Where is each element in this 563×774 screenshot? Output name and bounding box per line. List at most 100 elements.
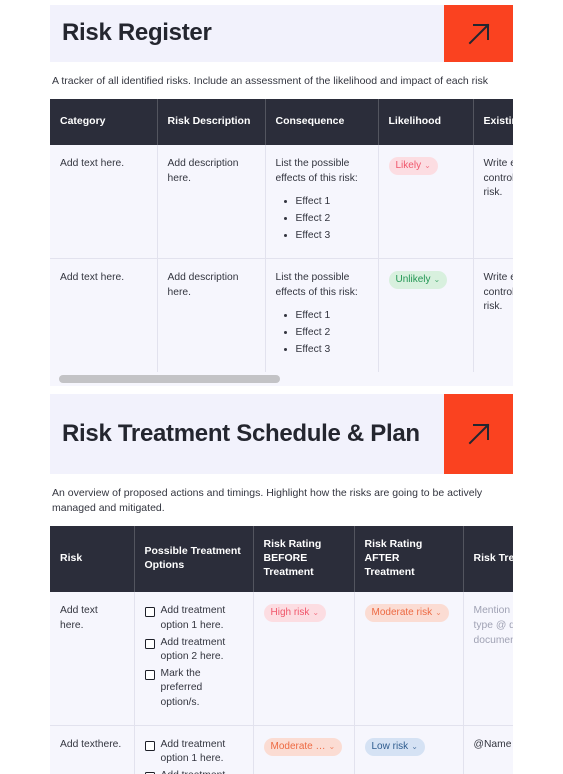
table-row: Add text here. Add description here. Lis…	[50, 145, 513, 260]
risk-treatment-table: Risk Possible Treatment Options Risk Rat…	[50, 526, 513, 774]
table-row: Add texthere. Add treatment option 1 her…	[50, 725, 513, 774]
likelihood-dropdown-pill[interactable]: Unlikely ⌄	[388, 271, 448, 290]
likelihood-label: Likely	[395, 160, 422, 172]
column-header-likelihood[interactable]: Likelihood	[378, 99, 474, 146]
cell-owner[interactable]: Mention fellow users. Just type @ direct…	[463, 592, 514, 726]
checkbox[interactable]	[144, 638, 155, 649]
cell-existing-controls[interactable]: Write existing policy or controls to mod…	[473, 145, 513, 260]
checkbox[interactable]	[144, 607, 155, 618]
rating-after-dropdown-pill[interactable]: Moderate risk ⌄	[364, 604, 449, 623]
consequence-effects-list: Effect 1 Effect 2 Effect 3	[276, 195, 368, 244]
rating-after-label: Moderate risk	[371, 607, 433, 619]
risk-register-description: A tracker of all identified risks. Inclu…	[52, 75, 488, 87]
rating-after-dropdown-pill[interactable]: Low risk ⌄	[364, 737, 425, 756]
column-header-category[interactable]: Category	[50, 99, 158, 146]
chevron-down-icon: ⌄	[312, 608, 320, 618]
list-item: Effect 3	[296, 229, 368, 244]
risk-register-title: Risk Register	[62, 19, 212, 47]
cell-existing-controls[interactable]: Write existing policy or controls to mod…	[473, 258, 513, 373]
table-row: Add text here. Add description here. Lis…	[50, 258, 513, 373]
consequence-intro: List the possible effects of this risk:	[275, 272, 358, 298]
cell-risk-description[interactable]: Add description here.	[157, 258, 266, 373]
chevron-down-icon: ⌄	[424, 161, 431, 171]
horizontal-scrollbar-thumb[interactable]	[59, 375, 280, 384]
arrow-up-right-icon	[462, 417, 496, 451]
likelihood-dropdown-pill[interactable]: Likely ⌄	[388, 157, 438, 176]
column-header-risk[interactable]: Risk	[50, 526, 135, 593]
cell-category[interactable]: Add text here.	[50, 145, 158, 260]
cell-owner[interactable]: @Name	[463, 725, 513, 774]
risk-register-banner: Risk Register	[50, 5, 513, 62]
section-risk-register: Risk Register A tracker of all identifie…	[50, 5, 513, 387]
column-header-possible-treatment-options[interactable]: Possible Treatment Options	[134, 526, 254, 593]
cell-rating-before: Moderate … ⌄	[253, 725, 355, 774]
risk-treatment-description: An overview of proposed actions and timi…	[52, 487, 483, 515]
checkbox[interactable]	[144, 669, 155, 680]
list-item: Effect 1	[296, 195, 368, 210]
owner-mention: @Name	[473, 738, 512, 750]
document-page: Risk Register A tracker of all identifie…	[0, 0, 563, 774]
risk-treatment-banner: Risk Treatment Schedule & Plan	[50, 394, 513, 474]
cell-rating-after: Low risk ⌄	[354, 725, 464, 774]
chevron-down-icon: ⌄	[433, 275, 441, 285]
treatment-options-checklist: Add treatment option 1 here. Add treatme…	[144, 738, 243, 774]
checkbox-label: Add treatment option 2 here.	[161, 769, 243, 774]
list-item: Effect 1	[296, 309, 368, 324]
column-header-consequence[interactable]: Consequence	[265, 99, 379, 146]
rating-before-dropdown-pill[interactable]: High risk ⌄	[263, 604, 327, 623]
risk-treatment-table-wrap: Risk Possible Treatment Options Risk Rat…	[50, 526, 513, 774]
owner-placeholder-text: Mention fellow users. Just type @ direct…	[473, 605, 514, 646]
cell-risk-description[interactable]: Add description here.	[157, 145, 266, 260]
column-header-existing-controls[interactable]: Existing Controls	[473, 99, 513, 146]
horizontal-scrollbar[interactable]	[50, 372, 513, 387]
list-item: Effect 2	[296, 326, 368, 341]
rating-before-label: High risk	[270, 607, 310, 619]
column-header-risk-treatment-owner[interactable]: Risk Treatment Owner	[463, 526, 513, 593]
risk-register-badge[interactable]	[444, 5, 513, 62]
cell-treatment-options[interactable]: Add treatment option 1 here. Add treatme…	[134, 725, 254, 774]
risk-register-table: Category Risk Description Consequence Li…	[50, 99, 513, 373]
treatment-options-checklist: Add treatment option 1 here. Add treatme…	[144, 604, 243, 711]
consequence-effects-list: Effect 1 Effect 2 Effect 3	[276, 309, 368, 358]
checkbox-label: Mark the preferred option/s.	[160, 667, 203, 708]
chevron-down-icon: ⌄	[328, 741, 336, 751]
list-item: Effect 2	[296, 212, 368, 227]
list-item: Add treatment option 2 here.	[144, 769, 243, 774]
list-item: Effect 3	[296, 343, 368, 358]
column-header-risk-description[interactable]: Risk Description	[157, 99, 266, 146]
cell-consequence[interactable]: List the possible effects of this risk: …	[265, 258, 379, 373]
cell-risk[interactable]: Add texthere.	[50, 725, 135, 774]
risk-treatment-badge[interactable]	[444, 394, 513, 474]
checkbox-label: Add treatment option 1 here.	[160, 738, 226, 765]
list-item: Add treatment option 2 here.	[144, 636, 243, 665]
cell-treatment-options[interactable]: Add treatment option 1 here. Add treatme…	[134, 592, 254, 726]
section-risk-treatment-schedule-plan: Risk Treatment Schedule & Plan An overvi…	[50, 394, 513, 774]
likelihood-label: Unlikely	[395, 274, 431, 286]
cell-likelihood: Unlikely ⌄	[378, 258, 474, 373]
chevron-down-icon: ⌄	[411, 741, 418, 751]
cell-rating-after: Moderate risk ⌄	[354, 592, 464, 726]
list-item: Add treatment option 1 here.	[144, 738, 243, 767]
cell-likelihood: Likely ⌄	[378, 145, 474, 260]
cell-consequence[interactable]: List the possible effects of this risk: …	[265, 145, 379, 260]
risk-register-table-wrap: Category Risk Description Consequence Li…	[50, 99, 513, 387]
chevron-down-icon: ⌄	[435, 608, 442, 618]
list-item: Mark the preferred option/s.	[144, 667, 243, 711]
consequence-intro: List the possible effects of this risk:	[275, 158, 358, 184]
list-item: Add treatment option 1 here.	[144, 604, 243, 633]
checkbox-label: Add treatment option 1 here.	[160, 605, 226, 631]
table-header-row: Category Risk Description Consequence Li…	[50, 99, 513, 146]
column-header-risk-rating-before[interactable]: Risk Rating BEFORE Treatment	[253, 526, 355, 593]
checkbox[interactable]	[144, 740, 155, 751]
column-header-risk-rating-after[interactable]: Risk Rating AFTER Treatment	[354, 526, 464, 593]
cell-risk[interactable]: Add text here.	[50, 592, 135, 726]
checkbox-label: Add treatment option 2 here.	[160, 636, 226, 663]
arrow-up-right-icon	[462, 17, 496, 51]
rating-before-label: Moderate …	[270, 740, 326, 752]
table-header-row: Risk Possible Treatment Options Risk Rat…	[50, 526, 513, 593]
cell-rating-before: High risk ⌄	[253, 592, 355, 726]
rating-before-dropdown-pill[interactable]: Moderate … ⌄	[263, 737, 343, 756]
cell-category[interactable]: Add text here.	[50, 258, 158, 373]
table-row: Add text here. Add treatment option 1 he…	[50, 592, 514, 726]
rating-after-label: Low risk	[371, 740, 409, 752]
